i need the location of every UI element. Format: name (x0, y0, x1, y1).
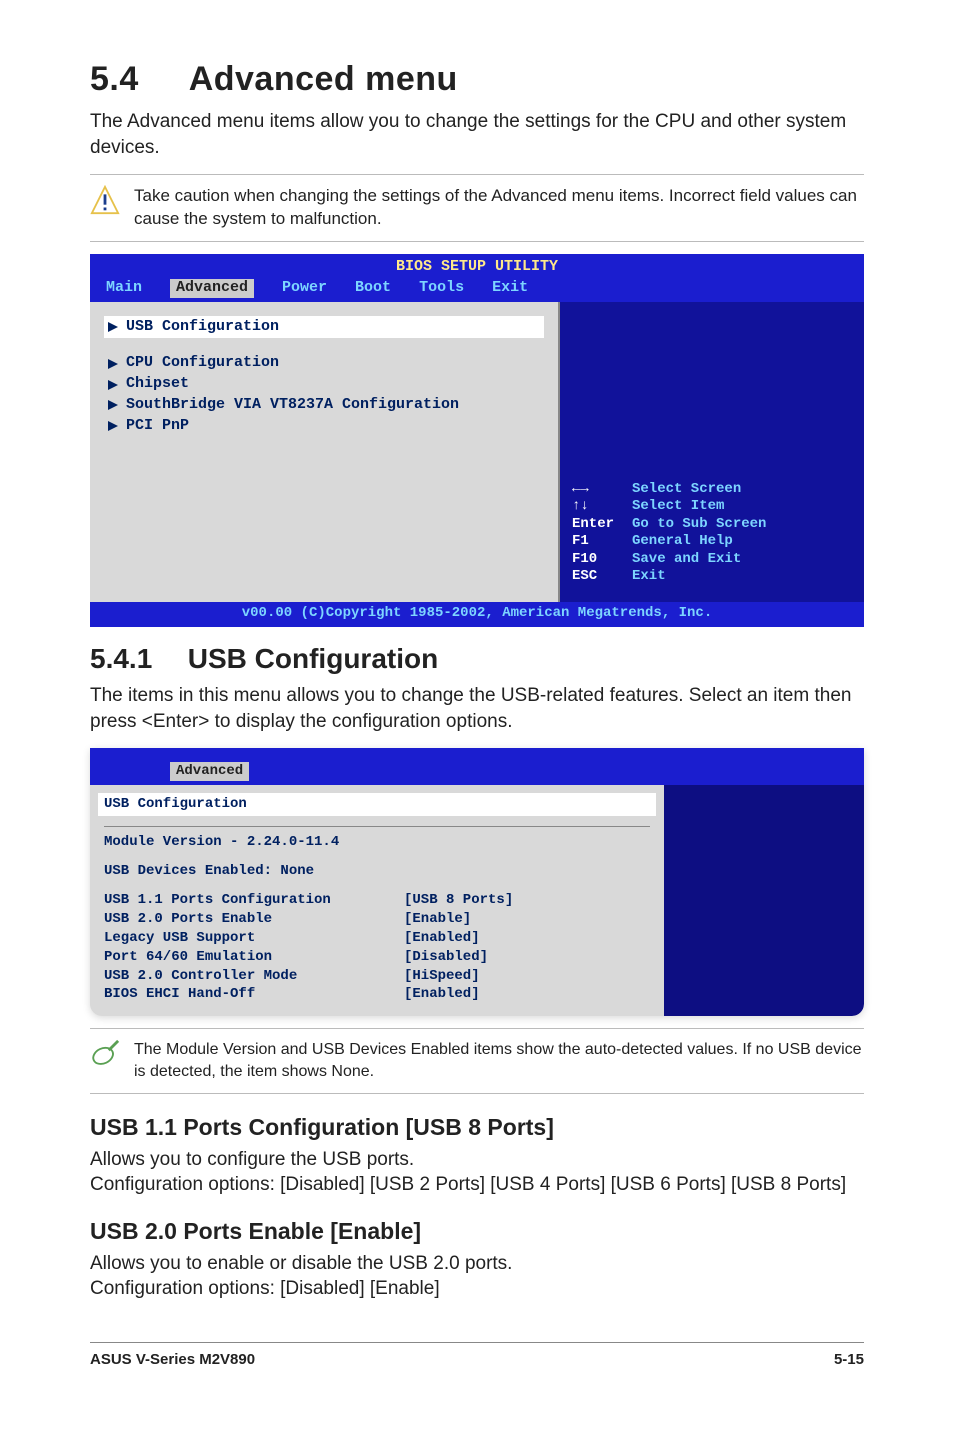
note-icon (90, 1039, 120, 1069)
footer-right: 5-15 (834, 1351, 864, 1368)
bios-right-pane: ←→Select Screen ↑↓Select Item EnterGo to… (560, 302, 864, 602)
intro-text: The Advanced menu items allow you to cha… (90, 109, 864, 160)
subsection-title-text: USB Configuration (188, 643, 438, 674)
subsection-number: 5.4.1 (90, 643, 180, 675)
menu-item-label: USB Configuration (126, 318, 279, 337)
page-footer: ASUS V-Series M2V890 5-15 (90, 1342, 864, 1368)
menu-item-southbridge: SouthBridge VIA VT8237A Configuration (108, 396, 540, 415)
bios-row: USB 1.1 Ports Configuration[USB 8 Ports] (104, 891, 650, 910)
option-heading: USB 1.1 Ports Configuration [USB 8 Ports… (90, 1114, 864, 1141)
menu-item-label: PCI PnP (126, 417, 189, 436)
submenu-arrow-icon (108, 380, 118, 390)
menu-item-usb: USB Configuration (104, 316, 544, 339)
footer-left: ASUS V-Series M2V890 (90, 1351, 255, 1368)
menu-item-label: Chipset (126, 375, 189, 394)
submenu-arrow-icon (108, 400, 118, 410)
section-title-text: Advanced menu (189, 60, 458, 98)
caution-text: Take caution when changing the settings … (134, 185, 864, 231)
option-body: Allows you to enable or disable the USB … (90, 1251, 864, 1302)
submenu-arrow-icon (108, 421, 118, 431)
bios-usb-header: USB Configuration (98, 793, 656, 816)
tab-advanced: Advanced (170, 762, 249, 781)
option-heading: USB 2.0 Ports Enable [Enable] (90, 1218, 864, 1245)
caution-icon (90, 185, 120, 215)
caution-callout: Take caution when changing the settings … (90, 174, 864, 242)
menu-item-chipset: Chipset (108, 375, 540, 394)
section-number: 5.4 (90, 60, 180, 99)
note-callout: The Module Version and USB Devices Enabl… (90, 1028, 864, 1093)
bios-footer: v00.00 (C)Copyright 1985-2002, American … (90, 602, 864, 628)
menu-item-cpu: CPU Configuration (108, 354, 540, 373)
bios-usb-right-pane (664, 785, 864, 1016)
submenu-arrow-icon (108, 322, 118, 332)
tab-boot: Boot (355, 279, 391, 298)
bios-module-version: Module Version - 2.24.0-11.4 (104, 833, 650, 852)
menu-item-label: CPU Configuration (126, 354, 279, 373)
tab-advanced: Advanced (170, 279, 254, 298)
subsection-heading: 5.4.1 USB Configuration (90, 643, 864, 675)
bios-usb-left-pane: USB Configuration Module Version - 2.24.… (90, 785, 664, 1016)
bios-screenshot-usb: Advanced USB Configuration Module Versio… (90, 748, 864, 1016)
bios-title: BIOS SETUP UTILITY (90, 254, 864, 277)
bios-row: USB 2.0 Controller Mode[HiSpeed] (104, 967, 650, 986)
subsection-intro: The items in this menu allows you to cha… (90, 683, 864, 734)
bios-left-pane: USB Configuration CPU Configuration Chip… (90, 302, 560, 602)
bios-row: Legacy USB Support[Enabled] (104, 929, 650, 948)
bios-usb-devices: USB Devices Enabled: None (104, 862, 650, 881)
tab-main: Main (106, 279, 142, 298)
bios-row: Port 64/60 Emulation[Disabled] (104, 948, 650, 967)
option-body: Allows you to configure the USB ports. C… (90, 1147, 864, 1198)
bios-row: BIOS EHCI Hand-Off[Enabled] (104, 985, 650, 1004)
bios-tabs: Main Advanced Power Boot Tools Exit (90, 277, 864, 302)
tab-tools: Tools (419, 279, 464, 298)
bios-row: USB 2.0 Ports Enable[Enable] (104, 910, 650, 929)
menu-item-pci: PCI PnP (108, 417, 540, 436)
tab-power: Power (282, 279, 327, 298)
section-heading: 5.4 Advanced menu (90, 60, 864, 99)
tab-exit: Exit (492, 279, 528, 298)
menu-item-label: SouthBridge VIA VT8237A Configuration (126, 396, 459, 415)
bios-screenshot-advanced: BIOS SETUP UTILITY Main Advanced Power B… (90, 254, 864, 627)
submenu-arrow-icon (108, 359, 118, 369)
note-text: The Module Version and USB Devices Enabl… (134, 1039, 864, 1082)
bios-help: ←→Select Screen ↑↓Select Item EnterGo to… (572, 481, 766, 586)
